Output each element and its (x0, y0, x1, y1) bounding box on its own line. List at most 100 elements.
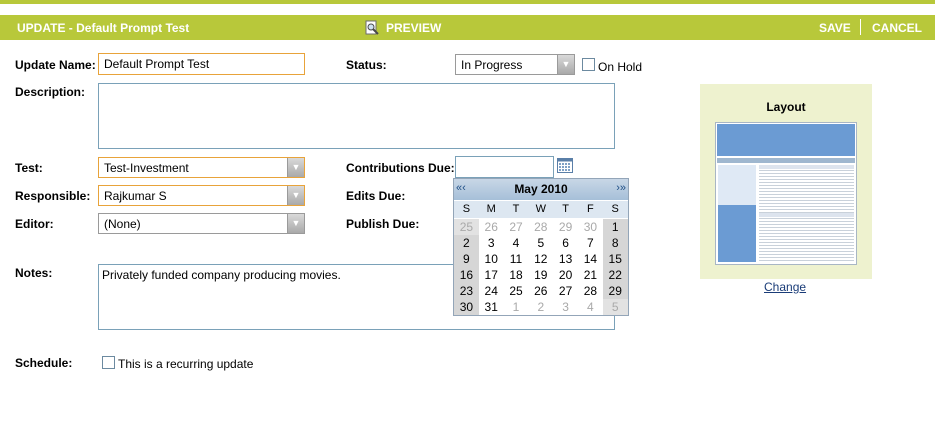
change-layout-link[interactable]: Change (764, 280, 806, 294)
calendar-day-cell[interactable]: 9 (454, 251, 479, 267)
calendar-week-row: 23 24 25 26 27 28 29 (454, 283, 628, 299)
magnifier-page-icon (365, 20, 379, 35)
update-name-label: Update Name: (15, 58, 96, 72)
test-selected-value: Test-Investment (104, 161, 189, 175)
calendar-day-cell[interactable]: 14 (578, 251, 603, 267)
calendar-day-cell[interactable]: 20 (553, 267, 578, 283)
responsible-label: Responsible: (15, 189, 91, 203)
calendar-day-cell[interactable]: 6 (553, 235, 578, 251)
calendar-week-row: 16 17 18 19 20 21 22 (454, 267, 628, 283)
test-label: Test: (15, 161, 43, 175)
layout-thumbnail[interactable] (715, 122, 857, 265)
calendar-day-cell[interactable]: 29 (602, 283, 628, 299)
calendar-day-cell[interactable]: 7 (578, 235, 603, 251)
calendar-day-cell[interactable]: 31 (479, 299, 504, 315)
calendar-day-headers: SMTWTFS (454, 201, 628, 218)
editor-label: Editor: (15, 217, 54, 231)
description-label: Description: (15, 85, 86, 99)
title-bar: UPDATE - Default Prompt Test PREVIEW SAV… (0, 15, 935, 40)
calendar-day-cell[interactable]: 3 (553, 299, 578, 315)
calendar-day-cell[interactable]: 17 (479, 267, 504, 283)
calendar-day-cell[interactable]: 28 (578, 283, 603, 299)
calendar-day-cell[interactable]: 10 (479, 251, 504, 267)
calendar-grid: 25 26 27 28 29 30 1 2 3 4 5 6 7 8 9 10 11 12 13 14 15 16 17 18 1… (454, 219, 628, 315)
publish-due-label: Publish Due: (346, 217, 420, 231)
calendar-day-cell[interactable]: 26 (479, 219, 504, 235)
layout-panel: Layout (700, 84, 872, 279)
calendar-day-cell[interactable]: 24 (479, 283, 504, 299)
responsible-selected-value: Rajkumar S (104, 189, 167, 203)
update-name-value: Default Prompt Test (104, 57, 210, 71)
calendar-day-header: W (535, 203, 546, 215)
preview-label: PREVIEW (386, 21, 442, 35)
page-title: UPDATE - Default Prompt Test (17, 21, 190, 35)
calendar-day-header: S (462, 203, 471, 215)
description-textarea[interactable] (98, 83, 615, 149)
calendar-day-cell[interactable]: 27 (553, 283, 578, 299)
save-button[interactable]: SAVE (819, 21, 851, 35)
calendar-day-cell[interactable]: 22 (602, 267, 628, 283)
calendar-day-cell[interactable]: 13 (553, 251, 578, 267)
calendar-day-cell[interactable]: 1 (602, 219, 628, 235)
calendar-day-cell[interactable]: 15 (602, 251, 628, 267)
calendar-day-header: M (486, 203, 496, 215)
cancel-button[interactable]: CANCEL (872, 21, 922, 35)
calendar-day-cell[interactable]: 4 (578, 299, 603, 315)
calendar-day-cell[interactable]: 30 (578, 219, 603, 235)
calendar-day-cell[interactable]: 3 (479, 235, 504, 251)
calendar-day-cell[interactable]: 2 (528, 299, 553, 315)
calendar-day-cell[interactable]: 25 (454, 219, 479, 235)
update-name-input[interactable]: Default Prompt Test (98, 53, 305, 75)
notes-label: Notes: (15, 266, 53, 280)
status-label: Status: (346, 58, 387, 72)
calendar-day-cell[interactable]: 2 (454, 235, 479, 251)
calendar-day-cell[interactable]: 21 (578, 267, 603, 283)
calendar-day-cell[interactable]: 26 (528, 283, 553, 299)
calendar-day-cell[interactable]: 25 (504, 283, 529, 299)
contributions-due-input[interactable] (455, 156, 554, 178)
calendar-day-cell[interactable]: 12 (528, 251, 553, 267)
responsible-select[interactable]: Rajkumar S ▼ (98, 185, 305, 206)
recurring-label: This is a recurring update (118, 357, 254, 371)
status-select[interactable]: In Progress ▼ (455, 54, 575, 75)
recurring-checkbox[interactable] (102, 356, 115, 369)
thumbnail-section-heading (759, 213, 854, 217)
calendar-day-header: S (611, 203, 619, 215)
calendar-day-header: T (562, 203, 569, 215)
calendar-day-cell[interactable]: 19 (528, 267, 553, 283)
calendar-day-cell[interactable]: 18 (504, 267, 529, 283)
thumbnail-section-heading (759, 165, 854, 169)
calendar-day-header: T (512, 203, 520, 215)
top-accent-line (0, 0, 935, 4)
test-select[interactable]: Test-Investment ▼ (98, 157, 305, 178)
calendar-day-cell[interactable]: 4 (504, 235, 529, 251)
chevron-down-icon: ▼ (287, 214, 304, 233)
calendar-week-row: 9 10 11 12 13 14 15 (454, 251, 628, 267)
on-hold-label: On Hold (598, 60, 643, 74)
date-picker-calendar: «‹ May 2010 ›» SMTWTFS 25 26 27 28 29 30 1 2 3 4 5… (453, 178, 629, 316)
calendar-day-cell[interactable]: 29 (553, 219, 578, 235)
on-hold-checkbox[interactable] (582, 58, 595, 71)
thumbnail-sidebar-block (718, 205, 756, 262)
calendar-header: «‹ May 2010 ›» (454, 179, 628, 200)
calendar-day-cell[interactable]: 23 (454, 283, 479, 299)
calendar-day-cell[interactable]: 5 (602, 299, 628, 315)
status-selected-value: In Progress (461, 58, 523, 72)
editor-select[interactable]: (None) ▼ (98, 213, 305, 234)
calendar-day-cell[interactable]: 8 (602, 235, 628, 251)
calendar-day-cell[interactable]: 11 (504, 251, 529, 267)
layout-title: Layout (766, 100, 806, 114)
calendar-day-cell[interactable]: 28 (528, 219, 553, 235)
notes-value: Privately funded company producing movie… (102, 268, 341, 282)
calendar-day-cell[interactable]: 27 (504, 219, 529, 235)
preview-button[interactable]: PREVIEW (364, 20, 441, 36)
contributions-due-label: Contributions Due: (346, 161, 455, 175)
calendar-day-cell[interactable]: 30 (454, 299, 479, 315)
next-month-icon[interactable]: ›» (616, 182, 626, 194)
calendar-icon[interactable] (557, 158, 573, 173)
calendar-day-cell[interactable]: 5 (528, 235, 553, 251)
calendar-day-cell[interactable]: 16 (454, 267, 479, 283)
calendar-week-row: 2345678 (454, 235, 628, 251)
calendar-day-cell[interactable]: 1 (504, 299, 529, 315)
header-separator (860, 19, 861, 35)
